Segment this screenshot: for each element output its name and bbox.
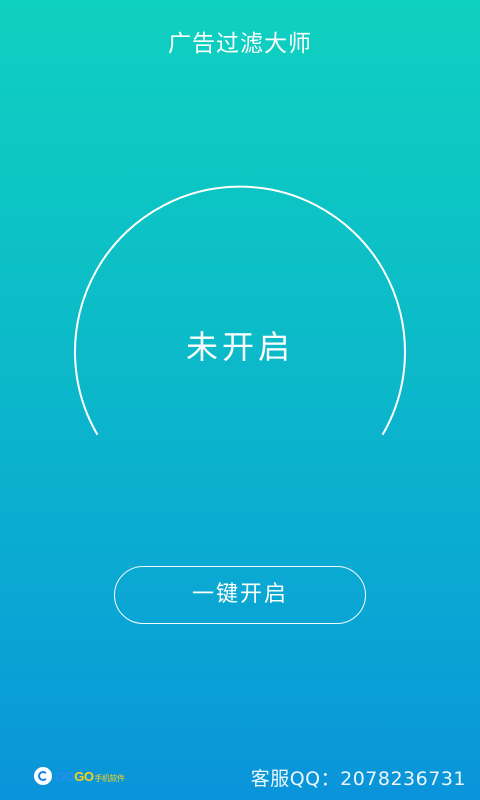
protection-status: 未开启 [185,328,294,366]
logo-text-part1: GO [55,768,75,784]
logo-icon [34,767,52,785]
app-title: 广告过滤大师 [168,31,312,57]
one-click-enable-button[interactable]: 一键开启 [114,566,366,624]
logo-subtitle: 手机软件 [94,773,125,783]
logo-text-part2: GO [74,768,94,784]
gauge-arc-path [74,185,406,435]
customer-support-qq: 客服QQ：2078236731 [250,768,466,790]
gogo-logo: GOGO手机软件 [34,766,125,786]
status-gauge-arc [74,185,406,435]
